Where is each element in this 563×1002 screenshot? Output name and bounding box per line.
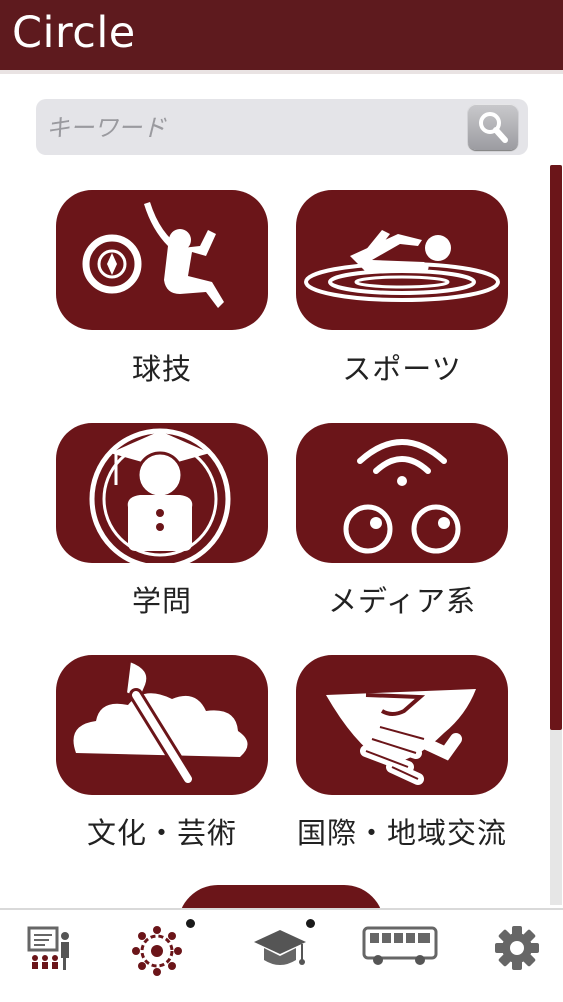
circle-people-icon	[132, 926, 182, 976]
category-label: 学問	[131, 584, 192, 618]
art-brush-icon	[73, 659, 248, 786]
category-label: メディア系	[328, 584, 476, 618]
graduation-cap-icon	[254, 930, 306, 965]
category-label: スポーツ	[342, 352, 462, 386]
category-tile-media[interactable]	[296, 423, 508, 563]
tab-bus[interactable]	[350, 910, 450, 1002]
swimming-icon	[304, 230, 500, 302]
category-grid: 球技 スポーツ 学問 メディア系 文化・芸術 国際・地域交流	[0, 0, 563, 1000]
tab-academic[interactable]	[230, 910, 330, 1002]
scrollbar-thumb[interactable]	[550, 165, 562, 730]
academic-icon	[89, 428, 231, 563]
tab-presentation[interactable]	[0, 910, 100, 1002]
scrollbar[interactable]	[550, 165, 562, 905]
bottom-tab-bar	[0, 908, 563, 1002]
tab-circle[interactable]	[107, 910, 207, 1002]
presentation-icon	[27, 926, 69, 970]
category-tile-international[interactable]	[296, 655, 508, 795]
category-label: 球技	[131, 352, 192, 386]
gear-icon	[495, 926, 539, 970]
category-label: 国際・地域交流	[296, 816, 507, 850]
category-label: 文化・芸術	[86, 816, 237, 850]
ball-sports-icon	[82, 202, 224, 308]
category-tile-sports[interactable]	[296, 190, 508, 330]
category-tile-culture-art[interactable]	[56, 655, 268, 795]
tab-settings[interactable]	[467, 910, 563, 1002]
category-tile-ball-sports[interactable]	[56, 190, 268, 330]
bus-icon	[362, 926, 438, 965]
media-icon	[343, 439, 461, 554]
handshake-icon	[326, 689, 476, 785]
category-tile-academic[interactable]	[56, 423, 268, 563]
